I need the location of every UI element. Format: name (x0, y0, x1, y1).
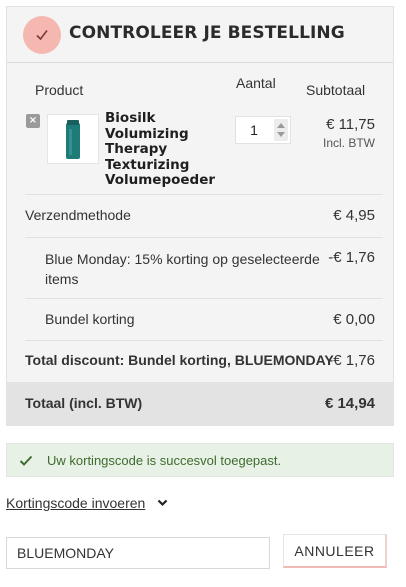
coupon-code-input[interactable] (6, 537, 270, 569)
product-thumbnail (47, 114, 99, 164)
coupon-toggle-link[interactable]: Kortingscode invoeren (6, 495, 145, 511)
column-header-subtotal: Subtotaal (306, 82, 366, 98)
chevron-down-icon[interactable] (157, 499, 168, 507)
total-row: Totaal (incl. BTW) € 14,94 (7, 382, 393, 425)
divider (25, 194, 383, 195)
success-notice-text: Uw kortingscode is succesvol toegepast. (47, 453, 282, 468)
discount-label-bundle: Bundel korting (45, 311, 135, 327)
product-image-icon (66, 120, 80, 159)
discount-amount-bluemonday: -€ 1,76 (328, 249, 375, 266)
success-notice: Uw kortingscode is succesvol toegepast. (6, 443, 394, 477)
total-label: Totaal (incl. BTW) (25, 395, 143, 411)
checkmark-icon (36, 30, 48, 41)
divider (25, 237, 383, 238)
discount-amount-bundle: € 0,00 (333, 311, 375, 328)
item-subtotal: € 11,75 (326, 116, 375, 133)
increment-icon[interactable] (277, 123, 285, 128)
vat-note: Incl. BTW (322, 136, 375, 150)
divider (25, 298, 383, 299)
order-review-panel: CONTROLEER JE BESTELLING Product Aantal … (6, 6, 394, 426)
order-check-badge (23, 16, 61, 54)
total-discount-label: Total discount: Bundel korting, BLUEMOND… (25, 352, 334, 368)
column-header-product: Product (35, 82, 84, 98)
product-name[interactable]: Biosilk Volumizing Therapy Texturizing V… (105, 110, 223, 189)
shipping-label: Verzendmethode (25, 207, 131, 223)
quantity-spinner[interactable] (274, 119, 288, 141)
remove-item-button[interactable]: × (26, 114, 40, 128)
cancel-coupon-button[interactable]: ANNULEER (283, 534, 387, 568)
panel-header: CONTROLEER JE BESTELLING (7, 7, 393, 63)
shipping-amount: € 4,95 (333, 207, 375, 224)
page-title: CONTROLEER JE BESTELLING (69, 23, 345, 43)
discount-label-bluemonday: Blue Monday: 15% korting op geselecteerd… (45, 251, 320, 287)
checkmark-icon (19, 455, 33, 466)
decrement-icon[interactable] (277, 132, 285, 137)
divider (25, 340, 383, 341)
quantity-value[interactable]: 1 (236, 122, 272, 138)
quantity-stepper[interactable]: 1 (235, 116, 291, 144)
total-amount: € 14,94 (324, 395, 375, 412)
column-header-quantity: Aantal (236, 75, 276, 91)
total-discount-amount: -€ 1,76 (328, 352, 375, 369)
